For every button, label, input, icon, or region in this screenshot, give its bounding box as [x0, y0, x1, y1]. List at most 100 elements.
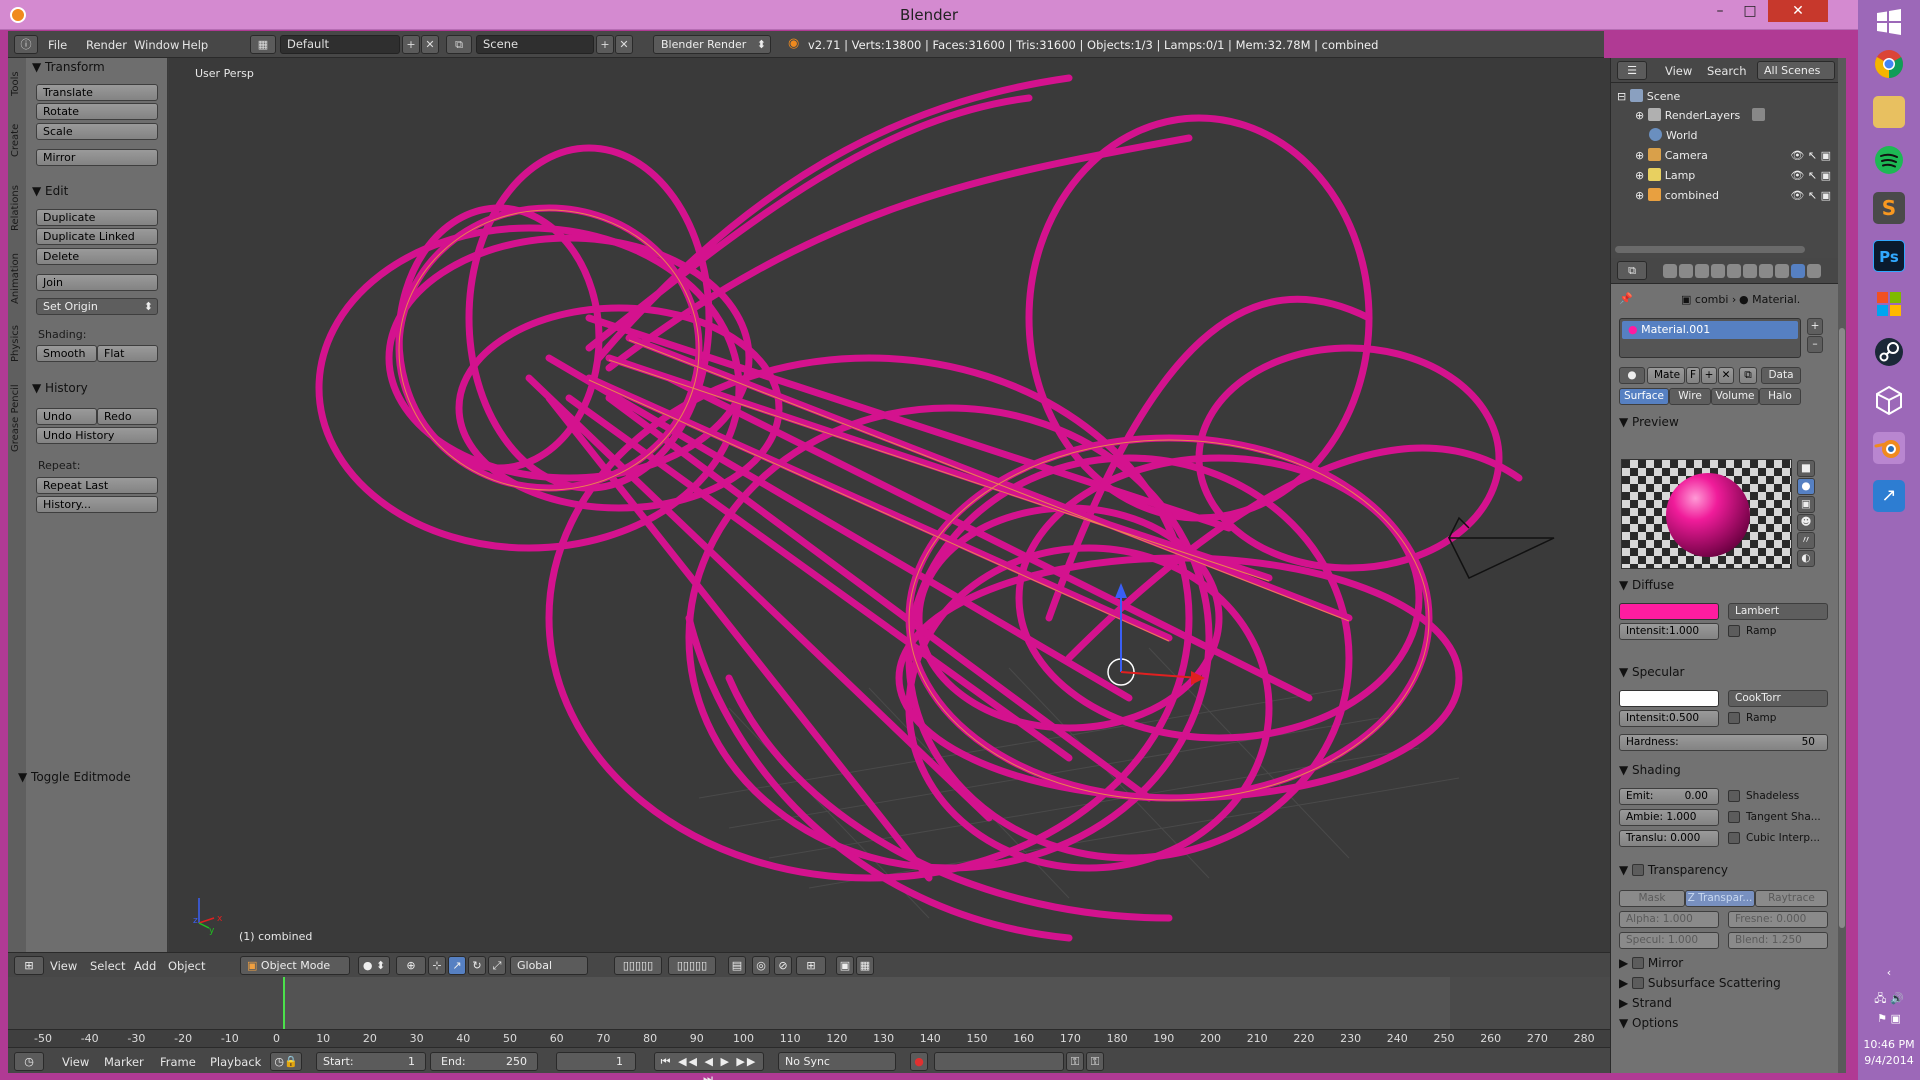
sss-checkbox[interactable] [1632, 977, 1645, 989]
timeline-editor[interactable]: -50 -40 -30 -20 -10 0 10 20 30 40 50 60 70 80 90 100 110… [8, 977, 1610, 1047]
playback-controls[interactable]: ⏮ ◀◀ ◀ ▶ ▶▶ ⏭ [654, 1052, 764, 1080]
constraints-tab-icon[interactable] [1743, 264, 1757, 278]
tab-surface[interactable]: Surface [1619, 388, 1669, 405]
pivot-point-icon[interactable]: ⊕ [396, 956, 426, 975]
close-button[interactable]: ✕ [1768, 0, 1828, 22]
alpha-field[interactable]: Alpha: 1.000 [1619, 911, 1719, 928]
fresnel-field[interactable]: Fresne: 0.000 [1728, 911, 1828, 928]
diffuse-intensity-field[interactable]: Intensit:1.000 [1619, 623, 1719, 640]
shading-panel-header[interactable]: ▼ Shading [1619, 763, 1681, 777]
breadcrumb-object[interactable]: ▣ combi › [1681, 293, 1736, 306]
shadeless-checkbox[interactable] [1728, 790, 1740, 802]
outliner-menu-search[interactable]: Search [1707, 64, 1747, 78]
material-tab-icon[interactable] [1791, 264, 1805, 278]
outliner-row-combined[interactable]: ⊕ combined 👁 ↖ ▣ [1611, 186, 1839, 206]
material-slot-list[interactable]: ● Material.001 [1619, 318, 1801, 358]
mirror-panel-header[interactable]: ▶ Mirror [1619, 956, 1683, 970]
material-browse-icon[interactable]: ● [1619, 367, 1645, 384]
tl-menu-marker[interactable]: Marker [104, 1055, 144, 1069]
remove-layout-icon[interactable]: ✕ [421, 35, 439, 54]
render-tab-icon[interactable] [1663, 264, 1677, 278]
vp-menu-select[interactable]: Select [90, 959, 125, 973]
modifiers-tab-icon[interactable] [1759, 264, 1773, 278]
mirror-checkbox[interactable] [1632, 957, 1645, 969]
specular-color-swatch[interactable] [1619, 690, 1719, 707]
tl-menu-frame[interactable]: Frame [160, 1055, 196, 1069]
specular-ramp-checkbox[interactable] [1728, 712, 1740, 724]
minimize-button[interactable]: – [1706, 0, 1734, 22]
remove-slot-button[interactable]: – [1807, 336, 1823, 353]
file-explorer-icon[interactable] [1873, 96, 1905, 128]
snap-element-icon[interactable]: ⊞ [796, 956, 826, 975]
diffuse-color-swatch[interactable] [1619, 603, 1719, 620]
diffuse-shader-dropdown[interactable]: Lambert [1728, 603, 1828, 620]
menu-file[interactable]: File [48, 38, 67, 52]
smooth-button[interactable]: Smooth [36, 345, 97, 362]
opengl-render-icon[interactable]: ▦ [856, 956, 874, 975]
specular-panel-header[interactable]: ▼ Specular [1619, 665, 1685, 679]
scene-field[interactable]: Scene [476, 35, 594, 54]
tab-tools[interactable]: Tools [10, 64, 24, 104]
breadcrumb-material[interactable]: ● Material. [1739, 293, 1800, 306]
material-name-field[interactable]: Mate [1647, 367, 1685, 384]
transparency-panel-header[interactable]: ▼ Transparency [1619, 863, 1728, 877]
preview-flat-icon[interactable]: ■ [1797, 460, 1815, 477]
tab-animation[interactable]: Animation [10, 248, 24, 310]
transparency-z-button[interactable]: Z Transpar... [1685, 890, 1755, 907]
history-panel-header[interactable]: ▼ History [32, 381, 88, 395]
diffuse-ramp-checkbox[interactable] [1728, 625, 1740, 637]
translucency-field[interactable]: Translu: 0.000 [1619, 830, 1719, 847]
preview-hair-icon[interactable]: 〃 [1797, 532, 1815, 549]
visibility-controls[interactable]: 👁 ↖ ▣ [1790, 166, 1831, 186]
preview-range-icon[interactable]: ◷🔒 [270, 1052, 302, 1071]
scale-manipulator-icon[interactable]: ⤢ [488, 956, 506, 975]
clock-date[interactable]: 9/4/2014 [1858, 1054, 1920, 1067]
specular-intensity-field[interactable]: Intensit:0.500 [1619, 710, 1719, 727]
tl-menu-view[interactable]: View [62, 1055, 89, 1069]
material-slot-item[interactable]: ● Material.001 [1622, 321, 1798, 339]
add-slot-button[interactable]: + [1807, 318, 1823, 335]
emit-field[interactable]: Emit: 0.00 [1619, 788, 1719, 805]
pin-icon[interactable]: 📌 [1619, 292, 1633, 305]
tangent-shading-checkbox[interactable] [1728, 811, 1740, 823]
menu-help[interactable]: Help [182, 38, 208, 52]
tray-icons[interactable]: 🖧 🔊 [1858, 990, 1920, 1009]
options-panel-header[interactable]: ▼ Options [1619, 1016, 1678, 1030]
current-frame-field[interactable]: 1 [556, 1052, 636, 1071]
tab-volume[interactable]: Volume [1711, 388, 1759, 405]
start-frame-field[interactable]: Start: 1 [316, 1052, 426, 1071]
transform-panel-header[interactable]: ▼ Transform [32, 60, 105, 74]
rotate-manipulator-icon[interactable]: ↻ [468, 956, 486, 975]
delete-keyframe-icon[interactable]: ⚿ [1086, 1052, 1104, 1071]
ambient-field[interactable]: Ambie: 1.000 [1619, 809, 1719, 826]
visibility-controls[interactable]: 👁 ↖ ▣ [1790, 186, 1831, 206]
tab-relations[interactable]: Relations [10, 180, 24, 236]
preview-panel-header[interactable]: ▼ Preview [1619, 415, 1679, 429]
editor-type-outliner-icon[interactable]: ☰ [1617, 61, 1647, 80]
tl-menu-playback[interactable]: Playback [210, 1055, 261, 1069]
blender-icon[interactable] [1873, 432, 1905, 464]
preview-monkey-icon[interactable]: ☻ [1797, 514, 1815, 531]
properties-scrollbar[interactable] [1838, 58, 1846, 1073]
diffuse-panel-header[interactable]: ▼ Diffuse [1619, 578, 1674, 592]
scrollbar-thumb[interactable] [1839, 328, 1845, 928]
unity-icon[interactable] [1873, 384, 1905, 416]
orientation-dropdown[interactable]: Global [510, 956, 588, 975]
editor-type-3d-icon[interactable]: ⊞ [14, 956, 44, 975]
node-toggle-icon[interactable]: ⧉ [1739, 367, 1757, 384]
translate-manipulator-icon[interactable]: ↗ [448, 956, 466, 975]
snap-toggle-icon[interactable]: ⊘ [774, 956, 792, 975]
add-scene-icon[interactable]: + [596, 35, 614, 54]
set-origin-dropdown[interactable]: Set Origin ⬍ [36, 298, 158, 315]
tray-chevron-icon[interactable]: ‹ [1858, 966, 1920, 979]
edit-panel-header[interactable]: ▼ Edit [32, 184, 68, 198]
tray-network-icons[interactable]: ⚑ ▣ [1858, 1012, 1920, 1025]
repeat-last-button[interactable]: Repeat Last [36, 477, 158, 494]
translate-button[interactable]: Translate [36, 84, 158, 101]
sublime-text-icon[interactable]: S [1873, 192, 1905, 224]
object-tab-icon[interactable] [1727, 264, 1741, 278]
outliner-row-camera[interactable]: ⊕ Camera 👁 ↖ ▣ [1611, 146, 1839, 166]
toggle-editmode-header[interactable]: ▼ Toggle Editmode [18, 770, 131, 784]
sync-mode-dropdown[interactable]: No Sync [778, 1052, 896, 1071]
tab-wire[interactable]: Wire [1669, 388, 1711, 405]
